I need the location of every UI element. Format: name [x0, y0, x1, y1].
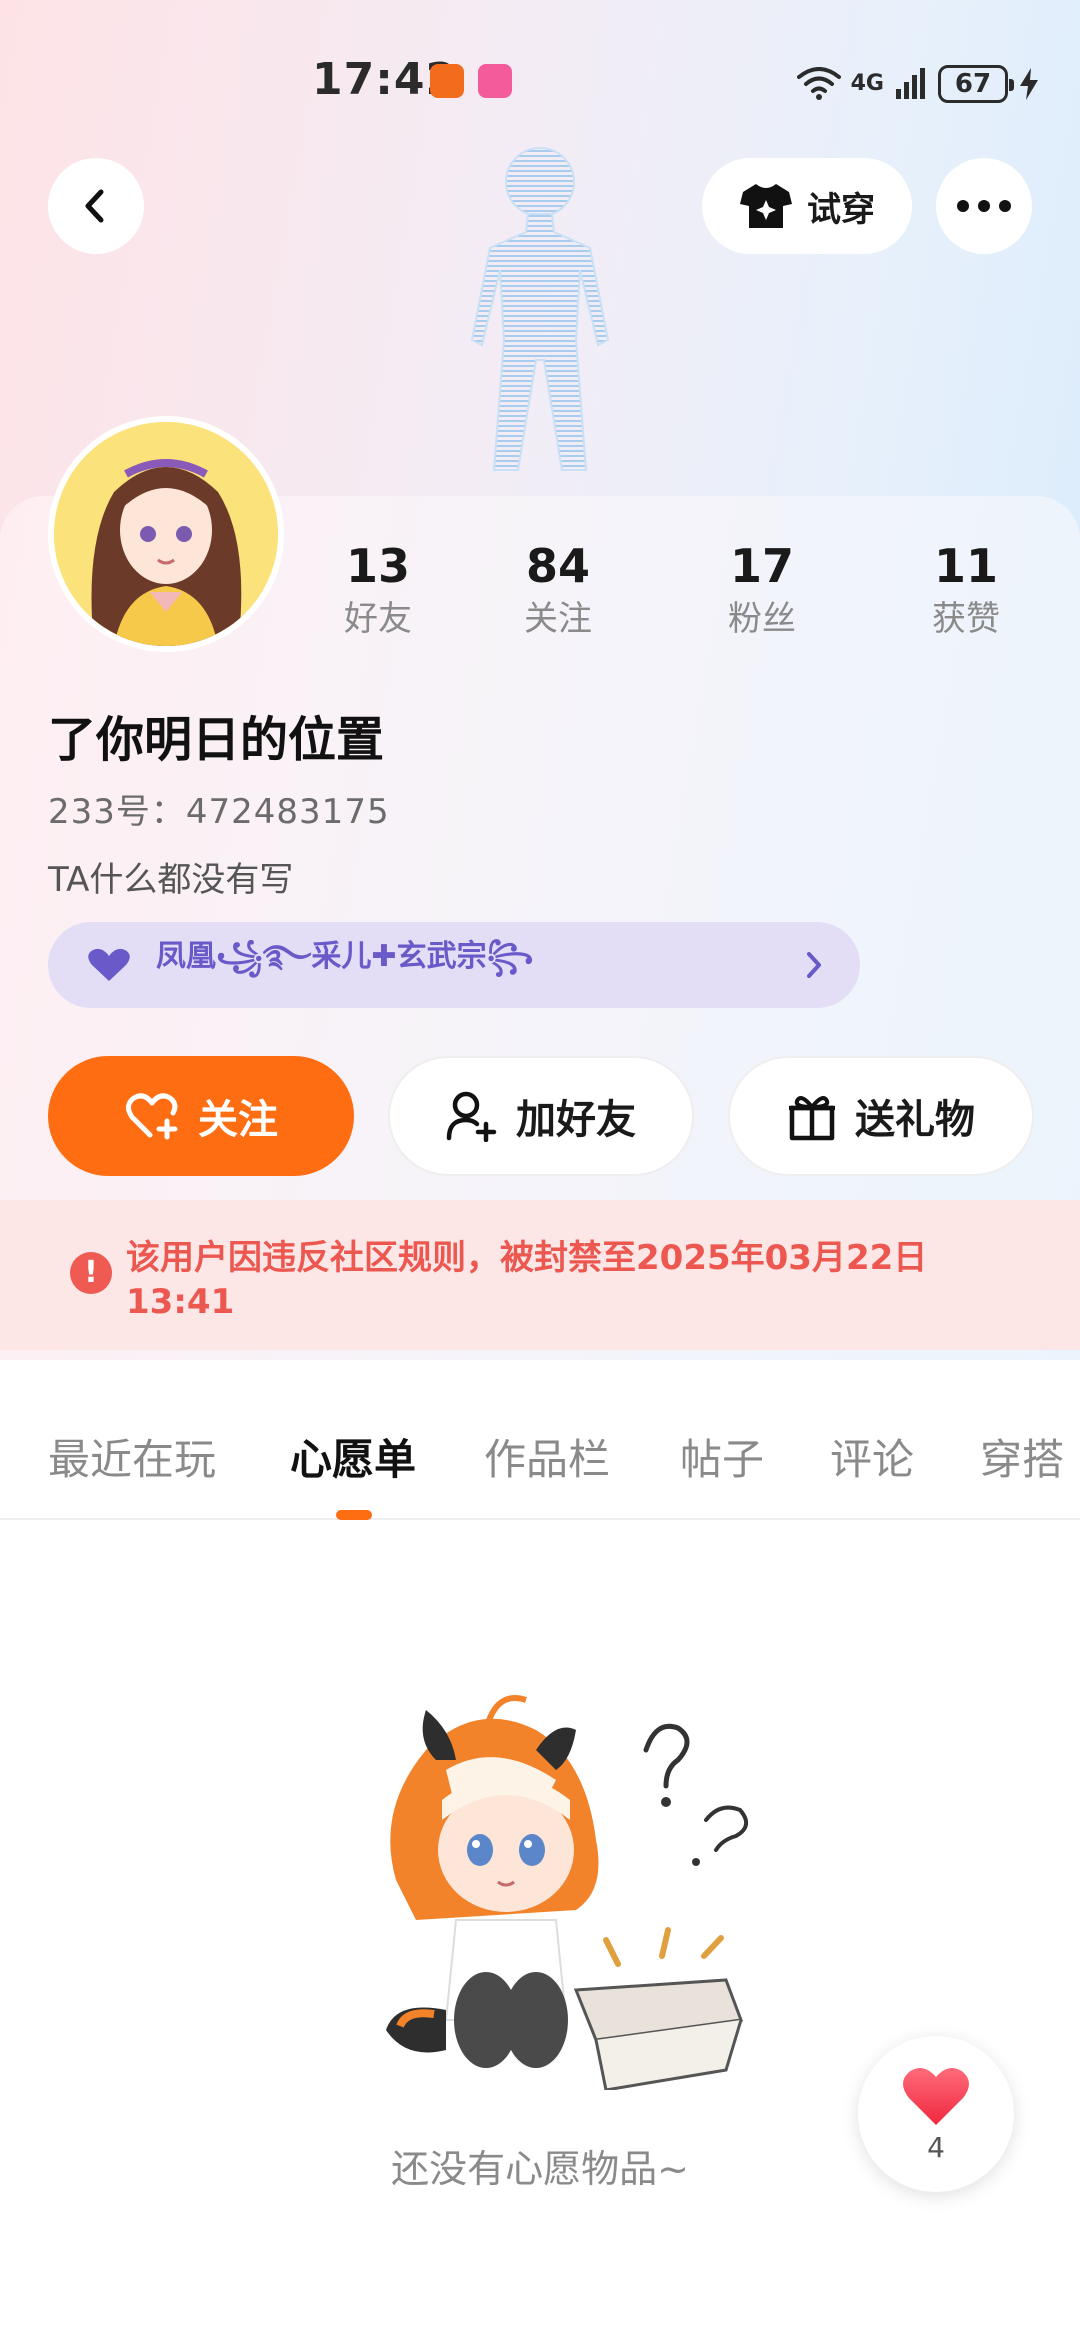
stat-fans[interactable]: 17 粉丝 [692, 538, 832, 644]
send-gift-button[interactable]: 送礼物 [728, 1056, 1034, 1176]
try-on-button[interactable]: 试穿 [702, 158, 912, 254]
stat-value: 84 [525, 539, 590, 593]
follow-button[interactable]: 关注 [48, 1056, 354, 1176]
username: 了你明日的位置 [48, 712, 385, 768]
more-icon [957, 200, 1011, 212]
add-friend-label: 加好友 [516, 1097, 636, 1143]
app-notification-icon [430, 64, 464, 98]
chevron-right-icon [807, 952, 821, 978]
clan-name: 凤凰꧁࿐采儿✚玄武宗꧂ [156, 939, 534, 974]
more-button[interactable] [936, 158, 1032, 254]
stat-value: 17 [729, 539, 794, 593]
alert-icon: ! [70, 1252, 112, 1294]
stat-label: 关注 [524, 599, 592, 639]
stat-likes[interactable]: 11 获赞 [896, 538, 1036, 644]
empty-wishlist-illustration [386, 1695, 748, 2090]
tab-recently-played[interactable]: 最近在玩 [48, 1426, 216, 1487]
shirt-sparkle-icon [740, 184, 792, 228]
user-bio: TA什么都没有写 [48, 860, 294, 900]
clan-badge[interactable]: 凤凰꧁࿐采儿✚玄武宗꧂ [48, 922, 860, 1008]
back-button[interactable] [48, 158, 144, 254]
ban-notice-text: 该用户因违反社区规则，被封禁至2025年03月22日 13:41 [126, 1238, 928, 1322]
tab-wishlist[interactable]: 心愿单 [290, 1426, 416, 1487]
tab-comments[interactable]: 评论 [830, 1426, 914, 1487]
profile-tabs: 最近在玩 心愿单 作品栏 帖子 评论 穿搭 [0, 1390, 1080, 1520]
send-gift-label: 送礼物 [855, 1097, 975, 1143]
content-area: 最近在玩 心愿单 作品栏 帖子 评论 穿搭 还没有心愿物品~ 4 [0, 1390, 1080, 2340]
status-bar: 17:42 4G 67 [0, 48, 1080, 118]
stat-friends[interactable]: 13 好友 [308, 538, 448, 644]
heart-plus-icon [126, 1093, 178, 1140]
signal-icon [896, 68, 925, 99]
user-id: 233号：472483175 [48, 792, 390, 832]
charging-icon [1020, 68, 1038, 100]
add-friend-button[interactable]: 加好友 [388, 1056, 694, 1176]
likes-count: 4 [927, 2130, 945, 2164]
stat-following[interactable]: 84 关注 [488, 538, 628, 644]
wifi-icon [796, 67, 841, 100]
stat-value: 11 [933, 539, 998, 593]
stat-label: 获赞 [932, 599, 1000, 639]
network-label: 4G [850, 71, 884, 96]
ban-notice: ! 该用户因违反社区规则，被封禁至2025年03月22日 13:41 [0, 1200, 1080, 1350]
status-indicators: 4G 67 [796, 60, 1040, 108]
tab-posts[interactable]: 帖子 [680, 1426, 764, 1487]
avatar-hologram [470, 147, 610, 471]
tab-works[interactable]: 作品栏 [484, 1426, 610, 1487]
app-notification-icon [478, 64, 512, 98]
stat-value: 13 [345, 539, 410, 593]
tab-outfits[interactable]: 穿搭 [980, 1426, 1064, 1487]
active-tab-indicator [336, 1510, 372, 1520]
heart-icon [903, 2067, 969, 2125]
follow-label: 关注 [198, 1097, 278, 1143]
gift-icon [789, 1096, 835, 1141]
battery-indicator: 67 [938, 65, 1014, 103]
stat-label: 粉丝 [728, 599, 796, 639]
likes-bubble[interactable]: 4 [858, 2036, 1014, 2192]
back-icon [85, 189, 104, 223]
stat-label: 好友 [344, 599, 412, 639]
try-on-label: 试穿 [807, 189, 875, 230]
person-add-icon [446, 1091, 497, 1142]
profile-stats: 13 好友 84 关注 17 粉丝 11 获赞 [0, 538, 1080, 658]
heart-wing-icon [88, 948, 130, 981]
